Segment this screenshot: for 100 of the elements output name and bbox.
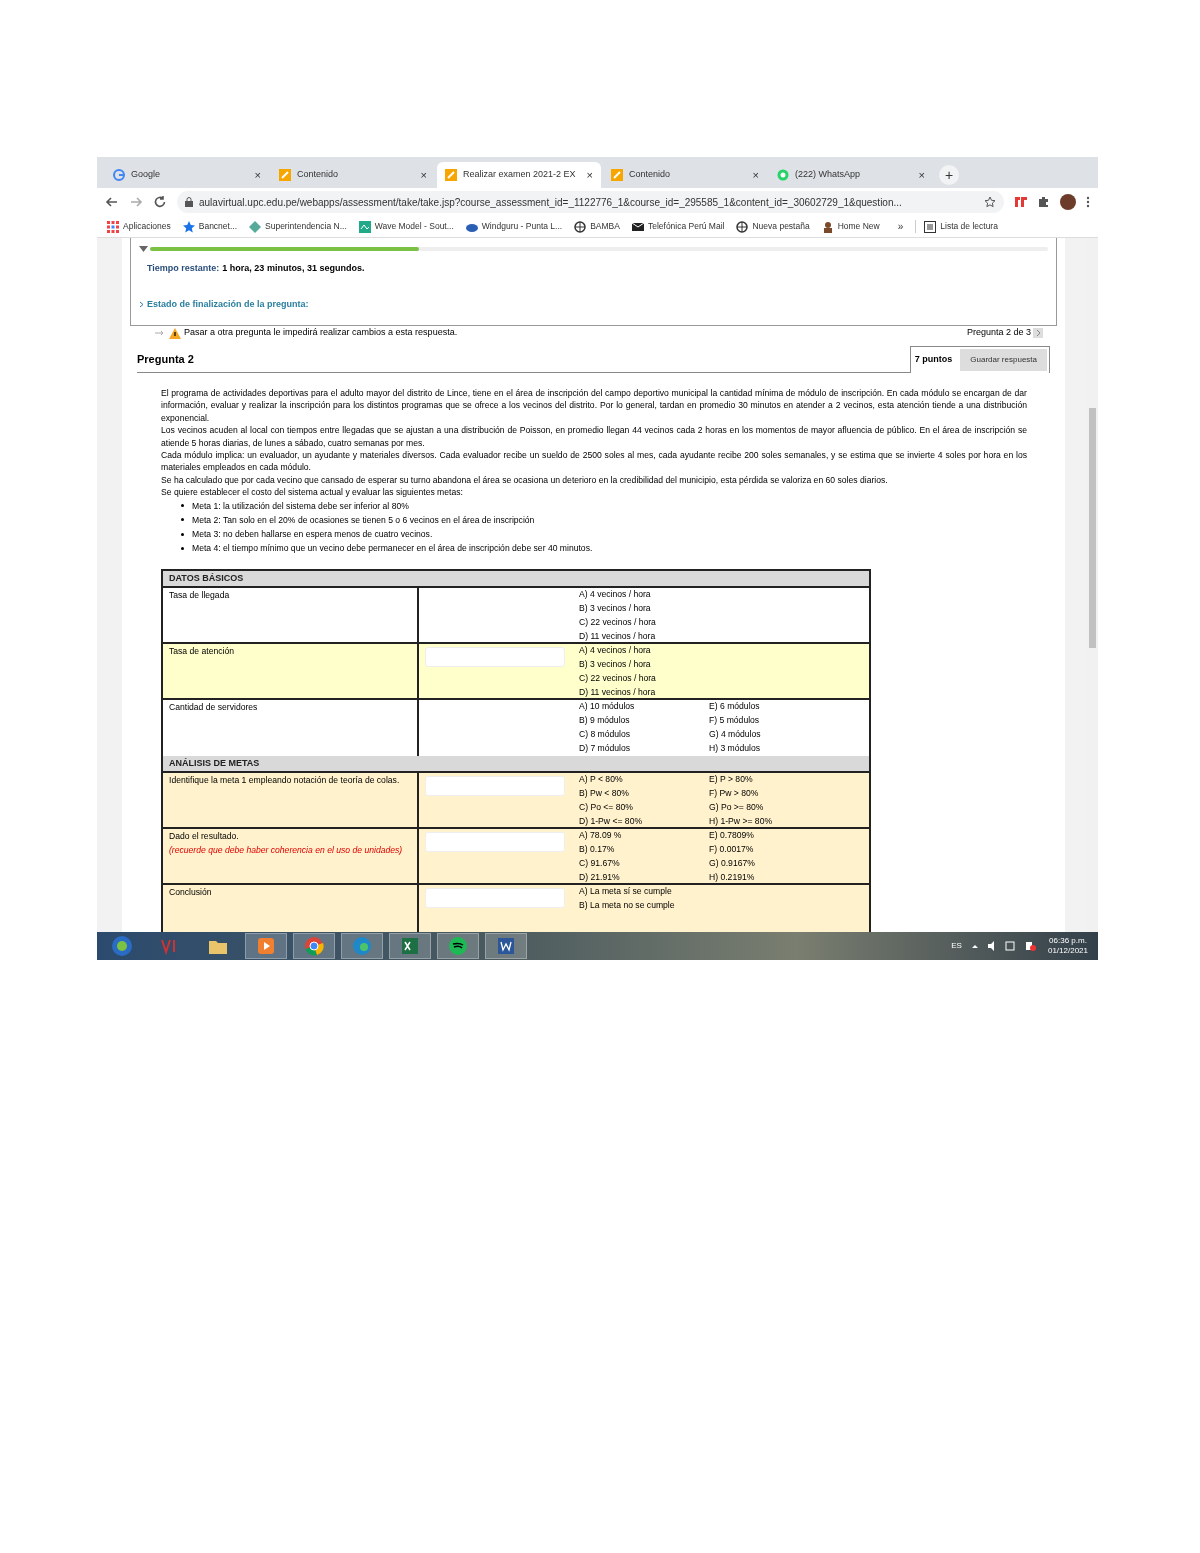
answer-option: D) 7 módulos [579, 741, 709, 756]
answer-option: F) 5 módulos [709, 714, 869, 729]
points-text: 7 puntos [914, 353, 953, 367]
reload-icon[interactable] [153, 195, 167, 209]
bullet-icon [181, 518, 184, 522]
chevron-icon [139, 300, 144, 308]
answer-field[interactable] [425, 776, 565, 797]
taskbar-button[interactable] [437, 933, 479, 959]
row-label: Conclusión [169, 886, 213, 900]
close-icon[interactable]: × [752, 166, 759, 184]
document-icon [495, 935, 517, 957]
bookmark[interactable]: BAMBA [590, 220, 620, 233]
taskbar-button[interactable] [293, 933, 335, 959]
grid-icon [107, 220, 119, 233]
bullet-icon [181, 546, 184, 550]
pencil-icon [445, 169, 457, 181]
goal-item: Meta 1: la utilización del sistema debe ser inferior al 80% [192, 499, 409, 513]
answer-option: B) 3 vecinos / hora [579, 658, 869, 673]
answer-option: G) 4 módulos [709, 728, 869, 742]
clock-date[interactable]: 01/12/2021 [1047, 946, 1088, 956]
next-icon[interactable] [1033, 328, 1043, 338]
puzzle-icon[interactable] [1038, 196, 1050, 208]
bookmark[interactable]: Nueva pestaña [752, 220, 810, 233]
answer-option: G) Po >= 80% [709, 801, 869, 815]
answer-option: A) 78.09 % [579, 829, 709, 844]
bookmark[interactable]: Telefónica Perú Mail [647, 220, 725, 233]
answer-option: A) La meta sí se cumple [579, 885, 869, 900]
answer-field[interactable] [425, 647, 565, 668]
browser-tab[interactable]: Realizar examen 2021-2 EX × [437, 162, 601, 188]
answer-option: C) 91.67% [579, 857, 709, 871]
taskbar-button[interactable] [389, 933, 431, 959]
goal-item: Meta 4: el tiempo mínimo que un vecino debe permanecer en el área de inscripción debe ser 40 minutos. [192, 542, 593, 556]
collapse-icon[interactable] [139, 246, 148, 252]
clock-time[interactable]: 06:36 p.m. [1049, 936, 1087, 946]
back-icon[interactable] [105, 195, 119, 209]
bookmark[interactable]: Wave Model - Sout... [374, 220, 454, 233]
music-icon [447, 935, 469, 957]
pencil-icon [279, 169, 291, 181]
pager-text: Pregunta 2 de 3 [966, 326, 1031, 340]
url-text: aulavirtual.upc.edu.pe/webapps/assessment/take/take.jsp?course_assessment_id=_1122776_1&course_id=_295585_1&content_id=_30602729_1&question... [199, 195, 903, 210]
player-icon [255, 935, 277, 957]
pencil-icon [611, 169, 623, 181]
answer-option: G) 0.9167% [709, 857, 869, 871]
chat-icon [777, 169, 789, 181]
answer-option: B) 3 vecinos / hora [579, 602, 869, 617]
tab-title: Realizar examen 2021-2 EX [463, 168, 577, 182]
answer-option: B) 0.17% [579, 843, 709, 858]
diamond-icon [249, 220, 261, 233]
bookmark[interactable]: Bancnet... [198, 220, 237, 233]
save-button[interactable]: Guardar respuesta [960, 349, 1047, 371]
taskbar-button[interactable] [245, 933, 287, 959]
new-tab-button[interactable]: + [939, 165, 959, 185]
bookmark[interactable]: Superintendencia N... [265, 220, 347, 233]
question-paragraph: Se ha calculado que por cada vecino que cansado de esperar su turno abandona el área se ocasiona un deterioro en la credibilidad del municipio, esta pérdida se valoriza en 60 soles diarios. [161, 473, 889, 487]
language-indicator[interactable]: ES [951, 940, 962, 952]
browser-icon [351, 935, 373, 957]
warning-text: Pasar a otra pregunta le impedirá realizar cambios a esta respuesta. [184, 326, 459, 340]
globe-icon [736, 220, 749, 233]
time-remaining: 1 hora, 23 minutos, 31 segundos. [222, 262, 365, 275]
bookmark[interactable]: Aplicaciones [123, 220, 171, 233]
answer-option: C) 8 módulos [579, 728, 709, 742]
menu-icon[interactable] [1086, 196, 1090, 208]
goal-item: Meta 3: no deben hallarse en espera menos de cuatro vecinos. [192, 528, 433, 542]
answer-option: H) 3 módulos [709, 741, 869, 756]
address-bar[interactable]: aulavirtual.upc.edu.pe/webapps/assessment/take/take.jsp?course_assessment_id=_1122776_1&course_id=_295585_1&content_id=_30602729_1&question... [177, 191, 1004, 213]
answer-option: H) 0.2191% [709, 870, 869, 885]
answer-option: D) 11 vecinos / hora [579, 685, 869, 700]
row-label: Cantidad de servidores [169, 701, 259, 715]
extension-icon[interactable] [1014, 196, 1028, 208]
answer-field[interactable] [425, 888, 565, 909]
forward-icon[interactable] [129, 195, 143, 209]
close-icon[interactable]: × [586, 166, 593, 184]
mail-icon [631, 220, 644, 233]
bookmark[interactable]: Home New [837, 220, 880, 233]
close-icon[interactable]: × [918, 166, 925, 184]
taskbar-button[interactable] [485, 933, 527, 959]
close-icon[interactable]: × [420, 166, 427, 184]
star-icon[interactable] [984, 196, 996, 208]
section-header: ANÁLISIS DE METAS [169, 757, 260, 771]
tab-title: (222) WhatsApp [795, 168, 862, 182]
time-label: Tiempo restante: [147, 262, 220, 275]
row-label: Identifique la meta 1 empleando notación de teoría de colas. [169, 774, 401, 788]
answer-option: H) 1-Pw >= 80% [709, 814, 869, 829]
status-link[interactable]: Estado de finalización de la pregunta: [147, 297, 309, 311]
question-paragraph: El programa de actividades deportivas para el adulto mayor del distrito de Lince, tiene en el área de inscripción del campo deportivo municipal la cantidad mínima de módulo de inscripción. En cada módulo se encargan de dar información, evaluar y realizar la inscripción para los distintos programas que se ofrece a los vecinos del distrito. Por lo general, tardan en promedio 30 minutos en atender a 2 vecinos, esta atención tiende a una distribución exponencial. [161, 387, 1027, 425]
avatar-icon[interactable] [1060, 194, 1076, 210]
close-icon[interactable]: × [254, 166, 261, 184]
bullet-icon [181, 504, 184, 508]
more-bookmarks-button[interactable]: » [897, 219, 904, 234]
lock-icon [185, 197, 193, 207]
spreadsheet-icon [399, 935, 421, 957]
reading-list-button[interactable]: Lista de lectura [940, 220, 998, 233]
answer-option: A) P < 80% [579, 773, 709, 788]
section-header: DATOS BÁSICOS [169, 572, 244, 586]
goal-item: Meta 2: Tan solo en el 20% de ocasiones se tienen 5 o 6 vecinos en el área de inscripción [192, 513, 535, 527]
bookmark[interactable]: Windguru - Punta L... [481, 220, 563, 233]
tab-title: Google [131, 168, 162, 182]
question-paragraph: Los vecinos acuden al local con tiempos entre llegadas que se ajustan a una distribución de Poisson, en promedio llegan 44 vecinos cada 2 horas en los momentos de mayor afluencia de público. En el área de inscripción se atiende 5 horas diarias, de lunes a sábado, cuatro semanas por mes. [161, 424, 1027, 450]
answer-option: E) P > 80% [709, 773, 869, 788]
answer-field[interactable] [425, 832, 565, 853]
